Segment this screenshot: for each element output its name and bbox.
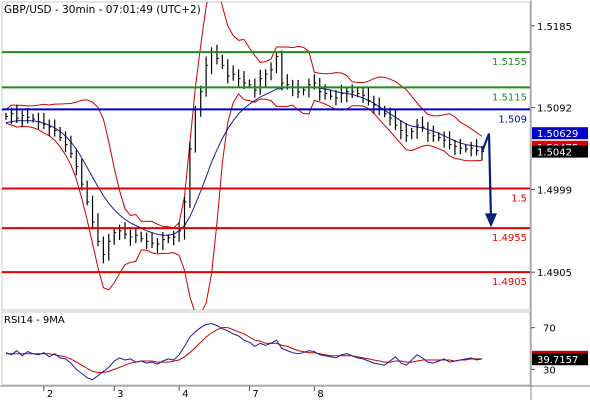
level-label-support: 1.4955 [492,233,527,244]
y-tick-label: 1.5092 [537,104,572,115]
x-tick-label: 7 [252,389,258,400]
rsi-panel [1,311,531,386]
y-tick-label: 1.4905 [537,268,572,279]
value-tag-label: 1.50629 [537,129,578,140]
y-tick-label: 1.4999 [537,185,572,196]
chart-svg: GBP/USD - 30min - 07:01:49 (UTC+2) 1.5185… [0,0,590,400]
rsi-value-tag-label: 39.7157 [537,355,578,366]
level-label-pivot: 1.509 [498,114,527,125]
level-label-resistance: 1.5155 [492,57,527,68]
y-tick-label: 1.5185 [537,22,572,33]
chart-title: GBP/USD - 30min - 07:01:49 (UTC+2) [4,4,201,16]
rsi-y-tick-label: 70 [543,324,556,335]
rsi-y-tick-label: 30 [543,365,556,376]
chart-root: GBP/USD - 30min - 07:01:49 (UTC+2) 1.5185… [0,0,590,400]
x-tick-label: 8 [317,389,323,400]
x-tick-label: 2 [47,389,53,400]
level-label-support: 1.5 [511,194,527,205]
level-label-resistance: 1.5115 [492,92,527,103]
x-tick-label: 3 [117,389,123,400]
rsi-title: RSI14 - 9MA [4,315,65,326]
level-label-support: 1.4905 [492,277,527,288]
x-tick-label: 4 [182,389,188,400]
value-tag-label: 1.5042 [537,148,572,159]
